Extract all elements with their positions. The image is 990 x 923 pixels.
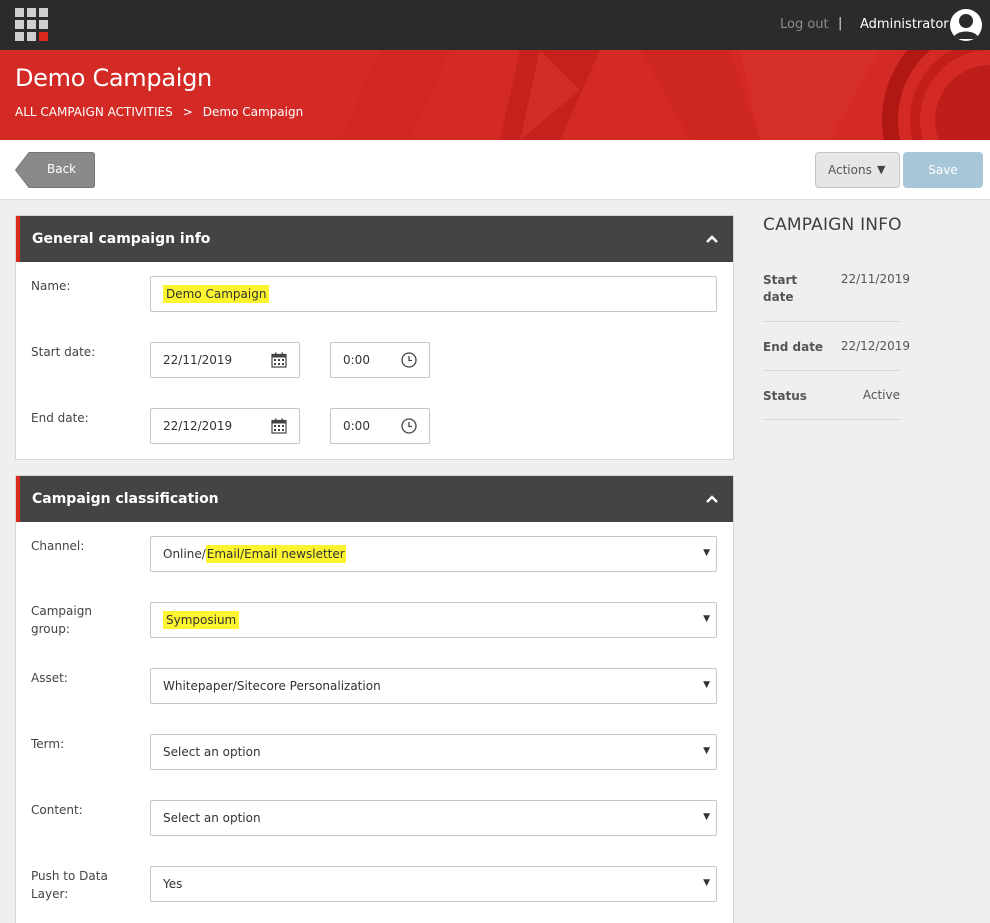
start-date-value: 22/11/2019 — [163, 353, 233, 367]
caret-down-icon: ▼ — [703, 746, 710, 756]
clock-icon[interactable] — [401, 418, 417, 437]
channel-prefix: Online/ — [163, 547, 206, 561]
caret-down-icon: ▼ — [703, 614, 710, 624]
term-value: Select an option — [163, 745, 261, 759]
caret-down-icon: ▼ — [877, 163, 886, 176]
separator: | — [838, 16, 843, 31]
chevron-up-icon[interactable] — [705, 491, 719, 510]
asset-value: Whitepaper/Sitecore Personalization — [163, 679, 381, 693]
content-value: Select an option — [163, 811, 261, 825]
general-info-panel: General campaign info Name: Demo Campaig… — [15, 215, 734, 460]
end-date-input[interactable]: 22/12/2019 — [150, 408, 300, 444]
info-start-label: Start date — [763, 273, 798, 304]
panel-title: General campaign info — [32, 231, 211, 247]
info-status-label: Status — [763, 389, 807, 403]
info-row-end-date: End date 22/12/2019 — [763, 322, 910, 371]
start-time-value: 0:00 — [343, 353, 370, 367]
term-select[interactable]: Select an option ▼ — [150, 734, 717, 770]
page-header: Demo Campaign ALL CAMPAIGN ACTIVITIES > De… — [0, 50, 990, 140]
caret-down-icon: ▼ — [703, 548, 710, 558]
name-value: Demo Campaign — [163, 285, 270, 303]
name-input[interactable]: Demo Campaign — [150, 276, 717, 312]
breadcrumb-all-campaign-activities[interactable]: ALL CAMPAIGN ACTIVITIES — [15, 105, 173, 119]
end-time-value: 0:00 — [343, 419, 370, 433]
action-bar: Back Actions ▼ Save — [0, 140, 990, 200]
info-start-value: 22/11/2019 — [840, 272, 910, 286]
channel-highlight: Email/Email newsletter — [205, 545, 346, 563]
clock-icon[interactable] — [401, 352, 417, 371]
term-label: Term: — [31, 737, 65, 751]
end-time-input[interactable]: 0:00 — [330, 408, 430, 444]
channel-label: Channel: — [31, 539, 85, 553]
app-grid-icon[interactable] — [15, 8, 48, 41]
calendar-icon[interactable] — [271, 418, 287, 437]
info-row-status: Status Active — [763, 371, 900, 420]
back-button-label: Back — [47, 162, 77, 176]
caret-down-icon: ▼ — [703, 878, 710, 888]
start-time-input[interactable]: 0:00 — [330, 342, 430, 378]
push-to-data-layer-value: Yes — [163, 877, 183, 891]
campaign-info-title: CAMPAIGN INFO — [763, 215, 902, 235]
status-badge: Active — [862, 388, 900, 402]
campaign-group-label: Campaign group: — [31, 604, 92, 636]
push-to-data-layer-select[interactable]: Yes ▼ — [150, 866, 717, 902]
general-info-header[interactable]: General campaign info — [16, 216, 733, 262]
channel-select[interactable]: Online/Email/Email newsletter ▼ — [150, 536, 717, 572]
breadcrumb-current: Demo Campaign — [202, 105, 304, 119]
info-end-value: 22/12/2019 — [840, 339, 910, 353]
save-button[interactable]: Save — [903, 152, 983, 188]
breadcrumb-chevron: > — [182, 105, 193, 119]
caret-down-icon: ▼ — [703, 680, 710, 690]
end-date-label: End date: — [31, 411, 89, 425]
top-bar: Log out | Administrator — [0, 0, 990, 50]
user-avatar-icon[interactable] — [950, 9, 982, 41]
user-name[interactable]: Administrator — [860, 17, 949, 32]
asset-label: Asset: — [31, 671, 68, 685]
page-title: Demo Campaign — [15, 64, 212, 92]
logout-link[interactable]: Log out — [780, 17, 829, 32]
content-label: Content: — [31, 803, 83, 817]
caret-down-icon: ▼ — [703, 812, 710, 822]
breadcrumb: ALL CAMPAIGN ACTIVITIES > Demo Campaign — [15, 105, 303, 119]
asset-select[interactable]: Whitepaper/Sitecore Personalization ▼ — [150, 668, 717, 704]
calendar-icon[interactable] — [271, 352, 287, 371]
classification-panel: Campaign classification Channel: Online/… — [15, 475, 734, 923]
push-to-data-layer-label: Push to Data Layer: — [31, 869, 108, 901]
campaign-info-panel: CAMPAIGN INFO Start date 22/11/2019 End … — [763, 215, 910, 420]
content-select[interactable]: Select an option ▼ — [150, 800, 717, 836]
chevron-up-icon[interactable] — [705, 231, 719, 250]
campaign-group-value: Symposium — [163, 611, 240, 629]
panel-title: Campaign classification — [32, 491, 219, 507]
classification-header[interactable]: Campaign classification — [16, 476, 733, 522]
end-date-value: 22/12/2019 — [163, 419, 233, 433]
campaign-group-select[interactable]: Symposium ▼ — [150, 602, 717, 638]
start-date-input[interactable]: 22/11/2019 — [150, 342, 300, 378]
info-end-label: End date — [763, 340, 824, 354]
back-button[interactable]: Back — [15, 152, 95, 188]
actions-button-label: Actions — [828, 163, 872, 177]
name-label: Name: — [31, 279, 71, 293]
actions-button[interactable]: Actions ▼ — [815, 152, 900, 188]
start-date-label: Start date: — [31, 345, 96, 359]
info-row-start-date: Start date 22/11/2019 — [763, 270, 910, 322]
